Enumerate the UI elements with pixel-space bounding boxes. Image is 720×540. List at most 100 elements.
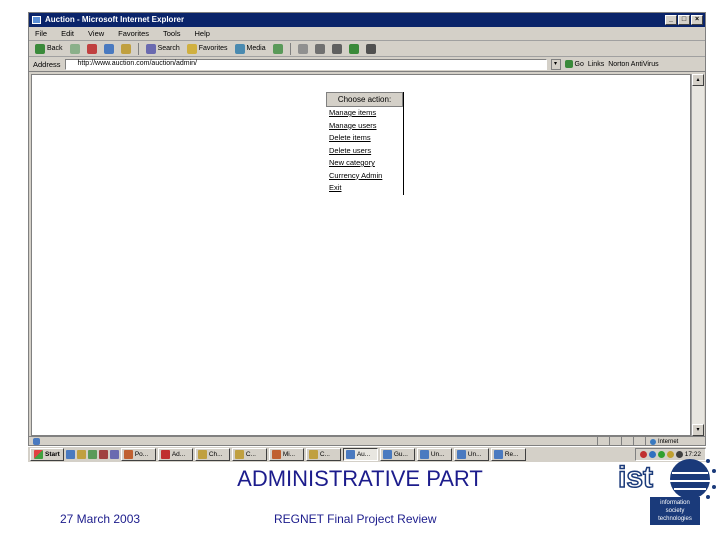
forward-arrow-icon [69,43,80,54]
maximize-button[interactable]: □ [678,15,690,25]
back-button[interactable]: Back [33,42,65,55]
action-currency-admin[interactable]: Currency Admin [326,170,403,183]
menu-tools[interactable]: Tools [163,29,181,38]
actions-menu: Choose action: Manage items Manage users… [326,92,404,195]
taskbar-item[interactable]: Po... [120,448,156,461]
folder-icon [308,450,318,459]
discuss-icon [348,43,359,54]
taskbar-item-label: Au... [356,451,371,458]
action-exit[interactable]: Exit [326,182,403,195]
discuss-button[interactable] [347,42,361,55]
footer-date: 27 March 2003 [60,512,141,526]
favorites-label: Favorites [198,45,228,52]
document-icon [271,450,281,459]
mail-button[interactable] [296,42,310,55]
taskbar-item-label: Gu... [393,451,408,458]
links-label: Links [587,60,605,68]
taskbar-item-label: Un... [467,451,482,458]
favorites-star-icon [186,43,197,54]
media-label: Media [246,45,266,52]
start-button[interactable]: Start [30,448,64,461]
taskbar-item-active[interactable]: Au... [342,448,378,461]
quicklaunch-ie-icon[interactable] [65,450,75,459]
taskbar-item[interactable]: C... [305,448,341,461]
go-button[interactable]: Go [564,60,584,68]
media-button[interactable]: Media [233,42,268,55]
status-segment [621,437,633,446]
status-zone: Internet [645,437,705,446]
folder-icon [234,450,244,459]
refresh-button[interactable] [102,42,116,55]
media-icon [234,43,245,54]
action-delete-items[interactable]: Delete items [326,132,403,145]
back-arrow-icon [35,43,45,54]
ie-icon [493,450,503,459]
taskbar-item[interactable]: Gu... [379,448,415,461]
address-input[interactable]: http://www.auction.com/auction/admin/ [64,58,547,70]
action-new-category[interactable]: New category [326,157,403,170]
taskbar-item[interactable]: Re... [490,448,526,461]
messenger-button[interactable] [364,42,378,55]
edit-button[interactable] [330,42,344,55]
window-titlebar[interactable]: Auction - Microsoft Internet Explorer _ … [29,13,705,27]
links-button[interactable]: Links [588,61,604,68]
go-arrow-icon [564,60,573,68]
quicklaunch-app-icon[interactable] [98,450,108,459]
norton-button[interactable]: Norton AntiVirus [608,61,658,68]
taskbar-item-label: Po... [134,451,149,458]
taskbar-item-label: Un... [430,451,445,458]
taskbar-item[interactable]: Un... [453,448,489,461]
stop-button[interactable] [85,42,99,55]
address-label: Address [33,59,61,69]
action-delete-users[interactable]: Delete users [326,145,403,158]
taskbar-item[interactable]: Mi... [268,448,304,461]
taskbar-item[interactable]: Un... [416,448,452,461]
address-dropdown[interactable]: ▾ [550,58,561,70]
taskbar-item[interactable]: Ch... [194,448,230,461]
search-label: Search [157,45,180,52]
internet-zone-icon [650,438,656,445]
status-segment [633,437,645,446]
forward-button[interactable] [68,42,82,55]
history-button[interactable] [271,42,285,55]
home-icon [120,43,131,54]
ist-logo-text: ist [617,460,654,495]
close-button[interactable]: × [691,15,703,25]
windows-taskbar: Start Po... Ad... Ch... C... Mi... C... … [28,446,706,462]
mail-icon [297,43,308,54]
ie-icon [419,450,429,459]
action-manage-users[interactable]: Manage users [326,120,403,133]
menu-edit[interactable]: Edit [61,29,74,38]
search-button[interactable]: Search [144,42,182,55]
ie-icon [32,16,41,24]
menu-help[interactable]: Help [195,29,210,38]
vertical-scrollbar[interactable]: ▴ ▾ [691,74,704,436]
page-viewport: Choose action: Manage items Manage users… [31,74,691,436]
menu-file[interactable]: File [35,29,47,38]
status-segment [597,437,609,446]
home-button[interactable] [119,42,133,55]
scroll-up-arrow[interactable]: ▴ [692,74,704,86]
ie-icon [456,450,466,459]
edit-icon [331,43,342,54]
ie-icon [382,450,392,459]
status-bar: Internet [29,436,705,446]
actions-menu-header: Choose action: [326,92,403,107]
quicklaunch-desktop-icon[interactable] [87,450,97,459]
minimize-button[interactable]: _ [665,15,677,25]
menu-favorites[interactable]: Favorites [118,29,149,38]
refresh-icon [103,43,114,54]
quicklaunch-outlook-icon[interactable] [76,450,86,459]
taskbar-item[interactable]: C... [231,448,267,461]
taskbar-item[interactable]: Ad... [157,448,193,461]
menu-view[interactable]: View [88,29,104,38]
favorites-button[interactable]: Favorites [185,42,230,55]
stop-icon [86,43,97,54]
browser-window: Auction - Microsoft Internet Explorer _ … [28,12,706,446]
powerpoint-icon [123,450,133,459]
print-button[interactable] [313,42,327,55]
action-manage-items[interactable]: Manage items [326,107,403,120]
quicklaunch-app-icon[interactable] [109,450,119,459]
address-bar: Address http://www.auction.com/auction/a… [29,57,705,72]
scroll-down-arrow[interactable]: ▾ [692,424,704,436]
